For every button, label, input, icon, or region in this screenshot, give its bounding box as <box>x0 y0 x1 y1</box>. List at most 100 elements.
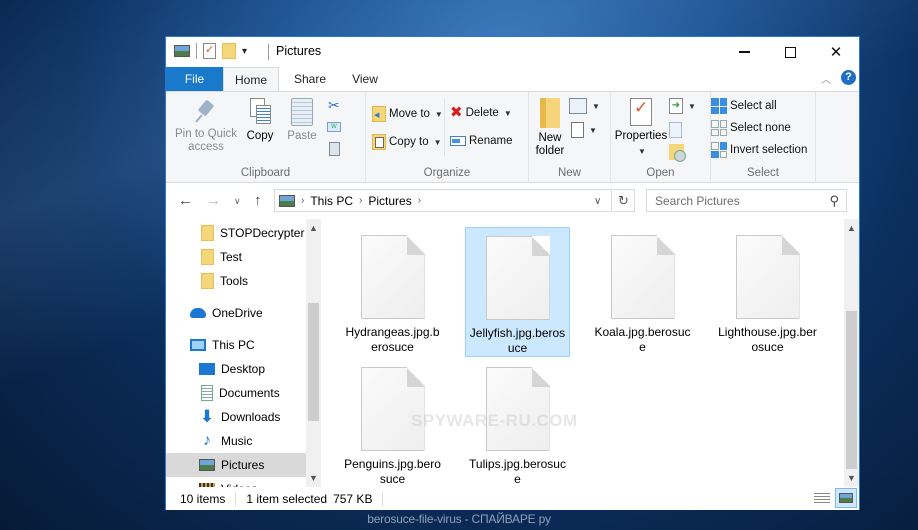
downloads-icon: ⬇ <box>199 407 215 426</box>
nav-item-this-pc[interactable]: This PC <box>166 333 306 357</box>
rename-button[interactable]: Rename <box>450 135 512 147</box>
nav-item-stopdecrypter[interactable]: STOPDecrypter <box>166 221 306 245</box>
nav-item-downloads[interactable]: ⬇ Downloads <box>166 405 306 429</box>
breadcrumb-chevron-icon[interactable]: › <box>359 195 362 206</box>
nav-item-pictures[interactable]: Pictures <box>166 453 306 477</box>
copy-path-button[interactable]: W <box>327 122 341 132</box>
open-button[interactable]: ➜ ▼ <box>669 98 696 114</box>
select-none-button[interactable]: Select none <box>711 120 791 136</box>
search-placeholder: Search Pictures <box>655 193 740 208</box>
address-bar[interactable]: › This PC › Pictures › <box>274 189 612 212</box>
nav-item-videos[interactable]: Videos <box>166 477 306 487</box>
nav-item-onedrive[interactable]: OneDrive <box>166 301 306 325</box>
properties-check-icon <box>630 98 652 126</box>
file-tile[interactable]: Jellyfish.jpg.berosuce <box>465 227 570 357</box>
scroll-down-icon[interactable]: ▼ <box>309 473 318 483</box>
select-all-button[interactable]: Select all <box>711 98 777 114</box>
select-all-label: Select all <box>730 100 777 112</box>
nav-item-tools[interactable]: Tools <box>166 269 306 293</box>
cut-button[interactable]: ✂ <box>328 98 340 112</box>
collapse-ribbon-icon[interactable]: ︿ <box>821 71 831 86</box>
file-name: Penguins.jpg.berosuce <box>344 457 441 486</box>
separator <box>444 98 445 156</box>
quick-access-toolbar: ▾ <box>174 43 247 59</box>
breadcrumb-chevron-icon[interactable]: › <box>301 195 304 206</box>
up-arrow-icon[interactable]: ↑ <box>254 192 262 209</box>
folder-icon <box>540 98 560 128</box>
minimize-button[interactable] <box>721 37 767 67</box>
nav-item-test[interactable]: Test <box>166 245 306 269</box>
customize-toolbar-dropdown-icon[interactable]: ▾ <box>242 46 247 57</box>
blank-file-icon <box>360 367 425 451</box>
nav-pane-scrollbar[interactable]: ▲ ▼ <box>306 219 321 487</box>
pin-icon <box>193 98 219 124</box>
details-view-icon[interactable] <box>814 491 830 505</box>
invert-selection-button[interactable]: Invert selection <box>711 142 807 158</box>
blank-file-icon <box>735 235 800 319</box>
file-list-scrollbar[interactable]: ▲ ▼ <box>844 219 859 487</box>
tab-share[interactable]: Share <box>287 67 333 91</box>
new-folder-button[interactable]: New folder <box>533 98 567 158</box>
select-none-label: Select none <box>730 122 791 134</box>
organize-group-label: Organize <box>423 167 471 179</box>
search-input[interactable]: Search Pictures ⚲ <box>646 189 847 212</box>
scrollbar-thumb[interactable] <box>308 303 319 421</box>
new-group-label: New <box>557 167 581 179</box>
tab-view[interactable]: View <box>344 67 386 91</box>
file-list: Hydrangeas.jpg.berosuce Jellyfish.jpg.be… <box>326 219 846 487</box>
address-history-dropdown-icon[interactable]: ∨ <box>594 196 601 207</box>
nav-item-music[interactable]: ♪ Music <box>166 429 306 453</box>
delete-button[interactable]: ✖ Delete ▼ <box>450 105 512 120</box>
close-button[interactable]: ✕ <box>813 37 859 67</box>
large-icons-view-button[interactable] <box>835 488 857 508</box>
forward-arrow-icon[interactable]: → <box>206 192 221 209</box>
nav-item-desktop[interactable]: Desktop <box>166 357 306 381</box>
breadcrumb-this-pc[interactable]: This PC <box>310 194 353 208</box>
scroll-down-icon[interactable]: ▼ <box>847 473 856 483</box>
copy-to-label: Copy to <box>389 136 429 148</box>
recent-locations-chevron-icon[interactable]: ∨ <box>234 196 241 207</box>
scroll-up-icon[interactable]: ▲ <box>847 223 856 233</box>
tab-file[interactable]: File <box>166 67 223 91</box>
history-button[interactable] <box>669 144 686 162</box>
separator <box>268 44 269 60</box>
breadcrumb-chevron-icon[interactable]: › <box>418 195 421 206</box>
scrollbar-thumb[interactable] <box>846 311 857 469</box>
computer-icon <box>190 339 206 351</box>
breadcrumb-pictures[interactable]: Pictures <box>368 194 411 208</box>
nav-item-label: OneDrive <box>212 306 263 320</box>
folder-icon <box>201 273 214 289</box>
chevron-down-icon: ▼ <box>589 125 597 135</box>
pin-label-line1: Pin to Quick <box>175 128 237 140</box>
scroll-up-icon[interactable]: ▲ <box>309 223 318 233</box>
properties-button[interactable]: Properties ▼ <box>613 98 669 158</box>
move-to-button[interactable]: Move to ▼ <box>372 106 443 122</box>
copy-button[interactable]: Copy <box>244 98 276 143</box>
search-icon[interactable]: ⚲ <box>829 193 839 209</box>
select-none-icon <box>711 120 727 136</box>
paste-shortcut-button[interactable] <box>329 142 340 156</box>
help-icon[interactable]: ? <box>841 70 856 85</box>
blank-file-icon <box>485 236 550 320</box>
new-folder-icon[interactable] <box>222 43 236 59</box>
nav-item-documents[interactable]: Documents <box>166 381 306 405</box>
easy-access-button[interactable]: ▼ <box>571 122 597 138</box>
properties-icon[interactable] <box>203 43 216 59</box>
file-tile[interactable]: Koala.jpg.berosuce <box>590 227 695 357</box>
close-icon: ✕ <box>829 44 843 61</box>
new-item-button[interactable]: ▼ <box>569 98 600 114</box>
paste-button[interactable]: Paste <box>284 98 320 143</box>
refresh-button[interactable]: ↻ <box>613 189 635 212</box>
file-tile[interactable]: Hydrangeas.jpg.berosuce <box>340 227 445 357</box>
pin-to-quick-access-button[interactable]: Pin to Quick access <box>172 98 240 154</box>
back-arrow-icon[interactable]: ← <box>178 192 193 209</box>
maximize-button[interactable] <box>767 37 813 67</box>
folder-icon <box>201 225 214 241</box>
edit-button[interactable] <box>669 122 682 138</box>
tab-home[interactable]: Home <box>223 67 279 92</box>
file-tile[interactable]: Lighthouse.jpg.berosuce <box>715 227 820 357</box>
invert-selection-icon <box>711 142 727 158</box>
easy-access-icon <box>571 122 584 138</box>
image-caption: berosuce-file-virus - СПАЙВАРЕ ру <box>367 512 551 526</box>
copy-to-button[interactable]: Copy to ▼ <box>372 134 442 150</box>
